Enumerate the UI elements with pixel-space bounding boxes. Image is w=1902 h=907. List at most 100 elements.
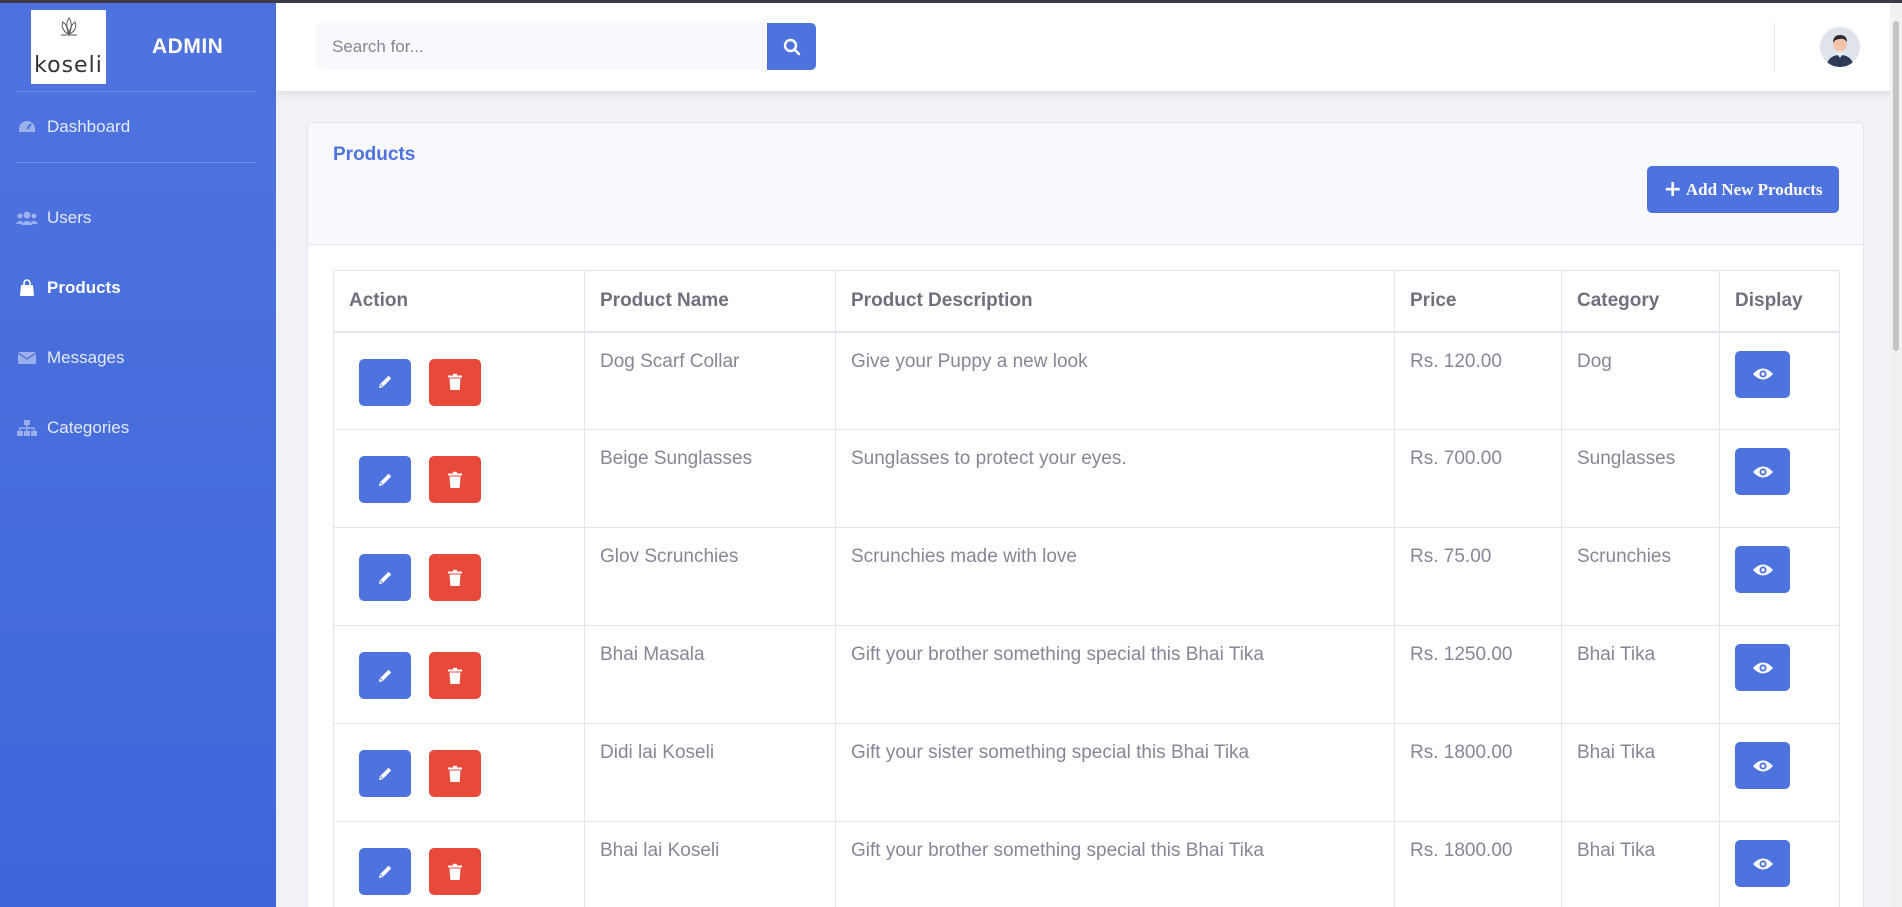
display-cell [1719,527,1840,626]
brand-title[interactable]: ADMIN [152,35,223,59]
category-cell: Dog [1561,331,1720,430]
delete-button[interactable] [429,652,481,699]
table-row: Didi lai Koseli Gift your sister somethi… [333,723,1840,822]
edit-button[interactable] [359,358,411,406]
pencil-icon [379,473,392,486]
user-avatar-icon [1820,27,1860,67]
price-cell: Rs. 700.00 [1394,429,1562,528]
pencil-icon [379,375,392,388]
page-scrollbar[interactable] [1890,3,1902,907]
table-row: Glov Scrunchies Scrunchies made with lov… [333,527,1840,626]
pencil-icon [379,669,392,682]
action-cell [333,331,585,430]
trash-icon [448,765,462,782]
pencil-icon [379,865,392,878]
display-cell [1719,331,1840,430]
window-top-border [0,0,1902,3]
search-icon [783,38,800,55]
sidebar-item-messages[interactable]: Messages [16,344,124,372]
table-row: Beige Sunglasses Sunglasses to protect y… [333,429,1840,528]
sidebar-item-label: Dashboard [47,117,131,136]
edit-button[interactable] [359,750,411,797]
table-row: Bhai Masala Gift your brother something … [333,625,1840,724]
view-button[interactable] [1735,840,1790,887]
edit-button[interactable] [359,652,411,699]
product-description-cell: Give your Puppy a new look [835,331,1395,430]
display-cell [1719,429,1840,528]
search-form [316,23,816,70]
table-row: Dog Scarf Collar Give your Puppy a new l… [333,331,1840,430]
view-button[interactable] [1735,546,1790,593]
sidebar-item-label: Categories [47,418,130,437]
sidebar-item-label: Products [47,278,121,297]
category-cell: Bhai Tika [1561,625,1720,724]
category-cell: Bhai Tika [1561,821,1720,907]
category-cell: Scrunchies [1561,527,1720,626]
column-header-price: Price [1394,270,1562,333]
product-name-cell: Bhai Masala [584,625,836,724]
price-cell: Rs. 75.00 [1394,527,1562,626]
user-avatar[interactable] [1820,27,1860,67]
column-header-product-description: Product Description [835,270,1395,333]
brand-logo[interactable]: koseli [31,10,106,84]
view-button[interactable] [1735,742,1790,789]
product-description-cell: Gift your brother something special this… [835,625,1395,724]
search-button[interactable] [767,23,816,70]
delete-button[interactable] [429,456,481,503]
product-description-cell: Gift your brother something special this… [835,821,1395,907]
sidebar-item-products[interactable]: Products [16,274,121,302]
delete-button[interactable] [429,358,481,406]
add-new-products-button[interactable]: + Add New Products [1647,166,1839,213]
product-name-cell: Didi lai Koseli [584,723,836,822]
product-description-cell: Sunglasses to protect your eyes. [835,429,1395,528]
product-name-cell: Bhai lai Koseli [584,821,836,907]
trash-icon [448,569,462,586]
sidebar-divider [16,91,256,92]
display-cell [1719,723,1840,822]
delete-button[interactable] [429,848,481,895]
display-cell [1719,821,1840,907]
category-cell: Sunglasses [1561,429,1720,528]
pencil-icon [379,767,392,780]
sitemap-icon [16,420,38,436]
edit-button[interactable] [359,848,411,895]
table-header-row: Action Product Name Product Description … [333,270,1840,333]
view-button[interactable] [1735,448,1790,495]
eye-icon [1752,662,1773,673]
sidebar-divider [16,162,256,163]
scrollbar-thumb[interactable] [1893,21,1899,351]
sidebar-item-users[interactable]: Users [16,204,91,232]
delete-button[interactable] [429,750,481,797]
edit-button[interactable] [359,554,411,601]
search-input[interactable] [316,23,768,70]
product-name-cell: Beige Sunglasses [584,429,836,528]
shopping-bag-icon [16,279,38,297]
product-description-cell: Gift your sister something special this … [835,723,1395,822]
column-header-action: Action [333,270,585,333]
pencil-icon [379,571,392,584]
product-description-cell: Scrunchies made with love [835,527,1395,626]
sidebar-item-label: Users [47,208,92,227]
eye-icon [1752,760,1773,771]
action-cell [333,429,585,528]
products-card: Products + Add New Products Action Produ… [307,122,1864,907]
edit-button[interactable] [359,456,411,503]
sidebar-item-dashboard[interactable]: Dashboard [16,113,130,141]
action-cell [333,625,585,724]
sidebar-item-categories[interactable]: Categories [16,414,129,442]
action-cell [333,527,585,626]
view-button[interactable] [1735,644,1790,691]
eye-icon [1752,858,1773,869]
plus-icon: + [1663,176,1682,202]
price-cell: Rs. 120.00 [1394,331,1562,430]
column-header-product-name: Product Name [584,270,836,333]
delete-button[interactable] [429,554,481,601]
users-icon [16,210,38,226]
product-name-cell: Dog Scarf Collar [584,331,836,430]
products-table: Action Product Name Product Description … [333,270,1840,907]
trash-icon [448,471,462,488]
action-cell [333,821,585,907]
topbar-divider [1774,23,1775,71]
view-button[interactable] [1735,350,1790,398]
trash-icon [448,863,462,880]
